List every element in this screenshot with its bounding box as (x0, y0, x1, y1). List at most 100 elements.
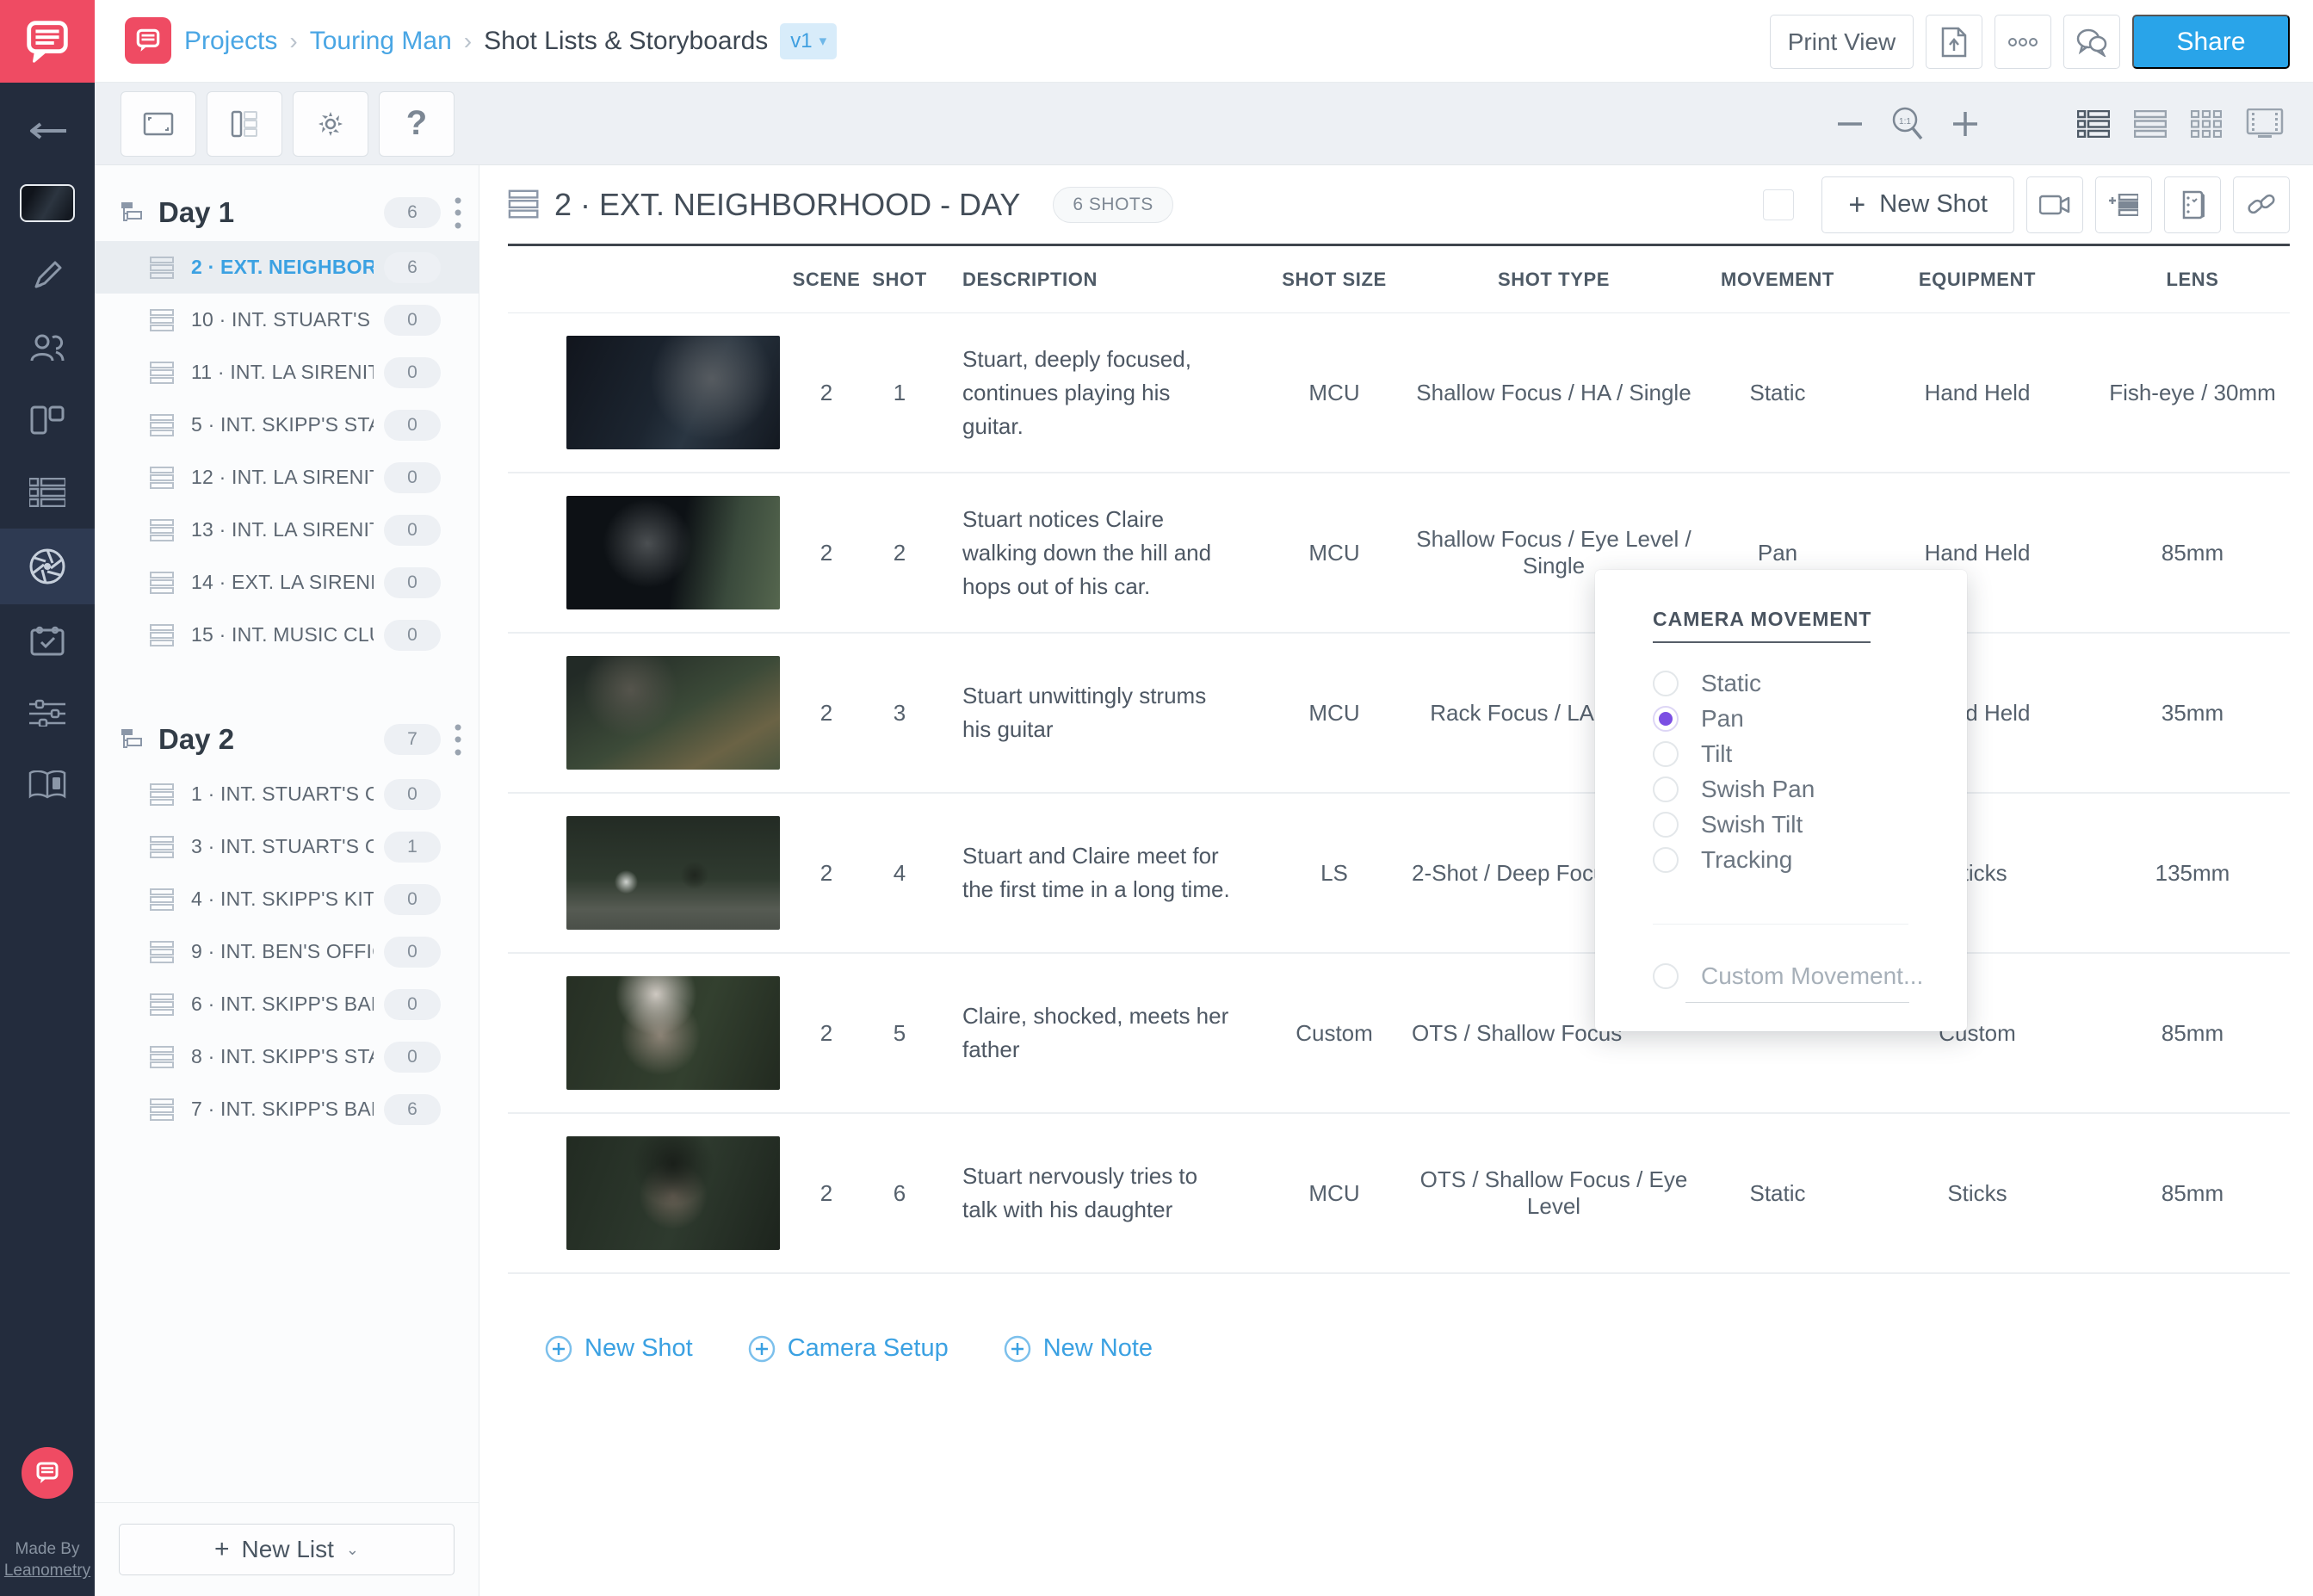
cell-equipment[interactable]: Hand Held (1859, 540, 2095, 566)
rail-item-calendar[interactable] (0, 604, 95, 677)
print-view-button[interactable]: Print View (1770, 15, 1914, 69)
comments-button[interactable] (2063, 15, 2120, 69)
made-by-link[interactable]: Leanometry (4, 1560, 90, 1582)
view-storyboard-button[interactable] (2246, 108, 2284, 139)
cell-description[interactable]: Stuart notices Claire walking down the h… (938, 503, 1257, 603)
cell-shot[interactable]: 5 (861, 1020, 938, 1047)
rail-item-settings[interactable] (0, 677, 95, 749)
shot-table-row[interactable]: 2 1 Stuart, deeply focused, continues pl… (508, 313, 2290, 473)
cell-lens[interactable]: 85mm (2095, 540, 2290, 566)
cell-scene[interactable]: 2 (792, 1020, 861, 1047)
sidebar-scene-item[interactable]: 10 · INT. STUART'S CAR - NIGHT 0 (95, 294, 479, 346)
movement-option[interactable]: Pan (1653, 701, 1967, 736)
storyboard-thumbnail[interactable] (566, 656, 780, 770)
day-header[interactable]: Day 1 6 • • • (95, 184, 479, 241)
add-list-button[interactable] (2095, 176, 2152, 233)
cell-shot-size[interactable]: LS (1257, 860, 1412, 887)
radio-button[interactable] (1653, 705, 1679, 732)
more-options-button[interactable] (1994, 15, 2051, 69)
cell-lens[interactable]: Fish-eye / 30mm (2095, 380, 2290, 406)
rail-item-breakdown[interactable] (0, 384, 95, 456)
cell-lens[interactable]: 135mm (2095, 860, 2290, 887)
cell-description[interactable]: Stuart nervously tries to talk with his … (938, 1160, 1257, 1227)
cell-lens[interactable]: 85mm (2095, 1180, 2290, 1207)
radio-button[interactable] (1653, 846, 1679, 873)
cell-scene[interactable]: 2 (792, 380, 861, 406)
radio-button[interactable] (1653, 811, 1679, 838)
cell-lens[interactable]: 85mm (2095, 1020, 2290, 1047)
rail-item-shooting-schedule[interactable] (0, 456, 95, 529)
custom-movement-input-underline[interactable] (1685, 1002, 1909, 1003)
new-list-button[interactable]: + New List ⌄ (119, 1524, 455, 1575)
cell-description[interactable]: Stuart and Claire meet for the first tim… (938, 839, 1257, 906)
cell-shot-type[interactable]: Shallow Focus / HA / Single (1412, 380, 1696, 406)
breadcrumb-projects[interactable]: Projects (184, 27, 277, 56)
cell-shot[interactable]: 3 (861, 700, 938, 727)
sidebar-scene-item[interactable]: 15 · INT. MUSIC CLUB - NIGHT 0 (95, 609, 479, 661)
cell-description[interactable]: Stuart, deeply focused, continues playin… (938, 343, 1257, 443)
camera-setup-button[interactable] (2026, 176, 2083, 233)
columns-settings-button[interactable] (207, 90, 282, 157)
cell-lens[interactable]: 35mm (2095, 700, 2290, 727)
cell-scene[interactable]: 2 (792, 540, 861, 566)
sidebar-scene-item[interactable]: 9 · INT. BEN'S OFFICE - NIGHT 0 (95, 925, 479, 978)
view-rows-button[interactable] (2134, 109, 2167, 138)
share-button[interactable]: Share (2132, 15, 2290, 69)
cell-shot[interactable]: 1 (861, 380, 938, 406)
cell-shot-size[interactable]: MCU (1257, 700, 1412, 727)
kebab-menu-icon[interactable]: • • • (449, 716, 467, 764)
rail-item-reports[interactable] (0, 749, 95, 821)
shot-table-row[interactable]: 2 3 Stuart unwittingly strums his guitar… (508, 634, 2290, 794)
cell-movement[interactable]: Static (1696, 1180, 1859, 1207)
cell-description[interactable]: Claire, shocked, meets her father (938, 999, 1257, 1067)
footer-new-note-link[interactable]: New Note (1004, 1334, 1153, 1363)
kebab-menu-icon[interactable]: • • • (449, 189, 467, 237)
shot-table-row[interactable]: 2 5 Claire, shocked, meets her father Cu… (508, 954, 2290, 1114)
aspect-ratio-button[interactable] (121, 90, 196, 157)
movement-option[interactable]: Tilt (1653, 736, 1967, 771)
sidebar-scene-item[interactable]: 7 · INT. SKIPP'S BAR - NIGHT 6 (95, 1083, 479, 1135)
cell-shot-size[interactable]: MCU (1257, 540, 1412, 566)
cell-movement[interactable]: Pan (1696, 540, 1859, 566)
storyboard-thumbnail[interactable] (566, 336, 780, 449)
sidebar-scene-item[interactable]: 5 · INT. SKIPP'S STAGE - NIGHT 0 (95, 399, 479, 451)
radio-button[interactable] (1653, 740, 1679, 767)
day-header[interactable]: Day 2 7 • • • (95, 711, 479, 768)
sidebar-scene-item[interactable]: 13 · INT. LA SIRENITA CORRID... 0 (95, 504, 479, 556)
storyboard-thumbnail[interactable] (566, 976, 780, 1090)
select-all-checkbox[interactable] (1763, 189, 1795, 220)
radio-button[interactable] (1653, 963, 1679, 989)
shot-table-row[interactable]: 2 2 Stuart notices Claire walking down t… (508, 473, 2290, 634)
storyboard-thumbnail[interactable] (566, 1136, 780, 1250)
rail-item-shot-lists[interactable] (0, 529, 95, 604)
view-list-detail-button[interactable] (2077, 109, 2110, 138)
export-file-button[interactable] (1926, 15, 1982, 69)
sidebar-scene-item[interactable]: 3 · INT. STUART'S CAR - DUSK 1 (95, 820, 479, 873)
sidebar-scene-item[interactable]: 6 · INT. SKIPP'S BAR - NIGHT 0 (95, 978, 479, 1030)
new-shot-button[interactable]: + New Shot (1821, 176, 2014, 233)
shot-table-row[interactable]: 2 6 Stuart nervously tries to talk with … (508, 1114, 2290, 1274)
cell-shot-type[interactable]: OTS / Shallow Focus / Eye Level (1412, 1166, 1696, 1220)
shot-table-row[interactable]: 2 4 Stuart and Claire meet for the first… (508, 794, 2290, 954)
cell-scene[interactable]: 2 (792, 860, 861, 887)
link-button[interactable] (2233, 176, 2290, 233)
radio-button[interactable] (1653, 670, 1679, 696)
cell-equipment[interactable]: Sticks (1859, 1180, 2095, 1207)
storyboard-thumbnail[interactable] (566, 496, 780, 609)
project-app-chip[interactable] (125, 17, 171, 64)
radio-button[interactable] (1653, 776, 1679, 802)
studiobinder-logo[interactable] (0, 0, 95, 83)
zoom-reset-button[interactable]: 1:1 (1891, 107, 1924, 141)
cell-movement[interactable]: Static (1696, 380, 1859, 406)
storyboard-thumbnail[interactable] (566, 816, 780, 930)
rail-item-contacts[interactable] (0, 312, 95, 384)
cell-scene[interactable]: 2 (792, 1180, 861, 1207)
sidebar-scene-item[interactable]: 11 · INT. LA SIRENITA - NIGHT 0 (95, 346, 479, 399)
custom-movement-option[interactable]: Custom Movement... (1653, 962, 1967, 990)
movement-option[interactable]: Swish Pan (1653, 771, 1967, 807)
sidebar-scene-item[interactable]: 4 · INT. SKIPP'S KITCHEN - NIG... 0 (95, 873, 479, 925)
movement-option[interactable]: Tracking (1653, 842, 1967, 877)
back-button[interactable] (0, 95, 95, 167)
zoom-out-button[interactable] (1838, 121, 1862, 127)
footer-camera-setup-link[interactable]: Camera Setup (748, 1334, 949, 1363)
